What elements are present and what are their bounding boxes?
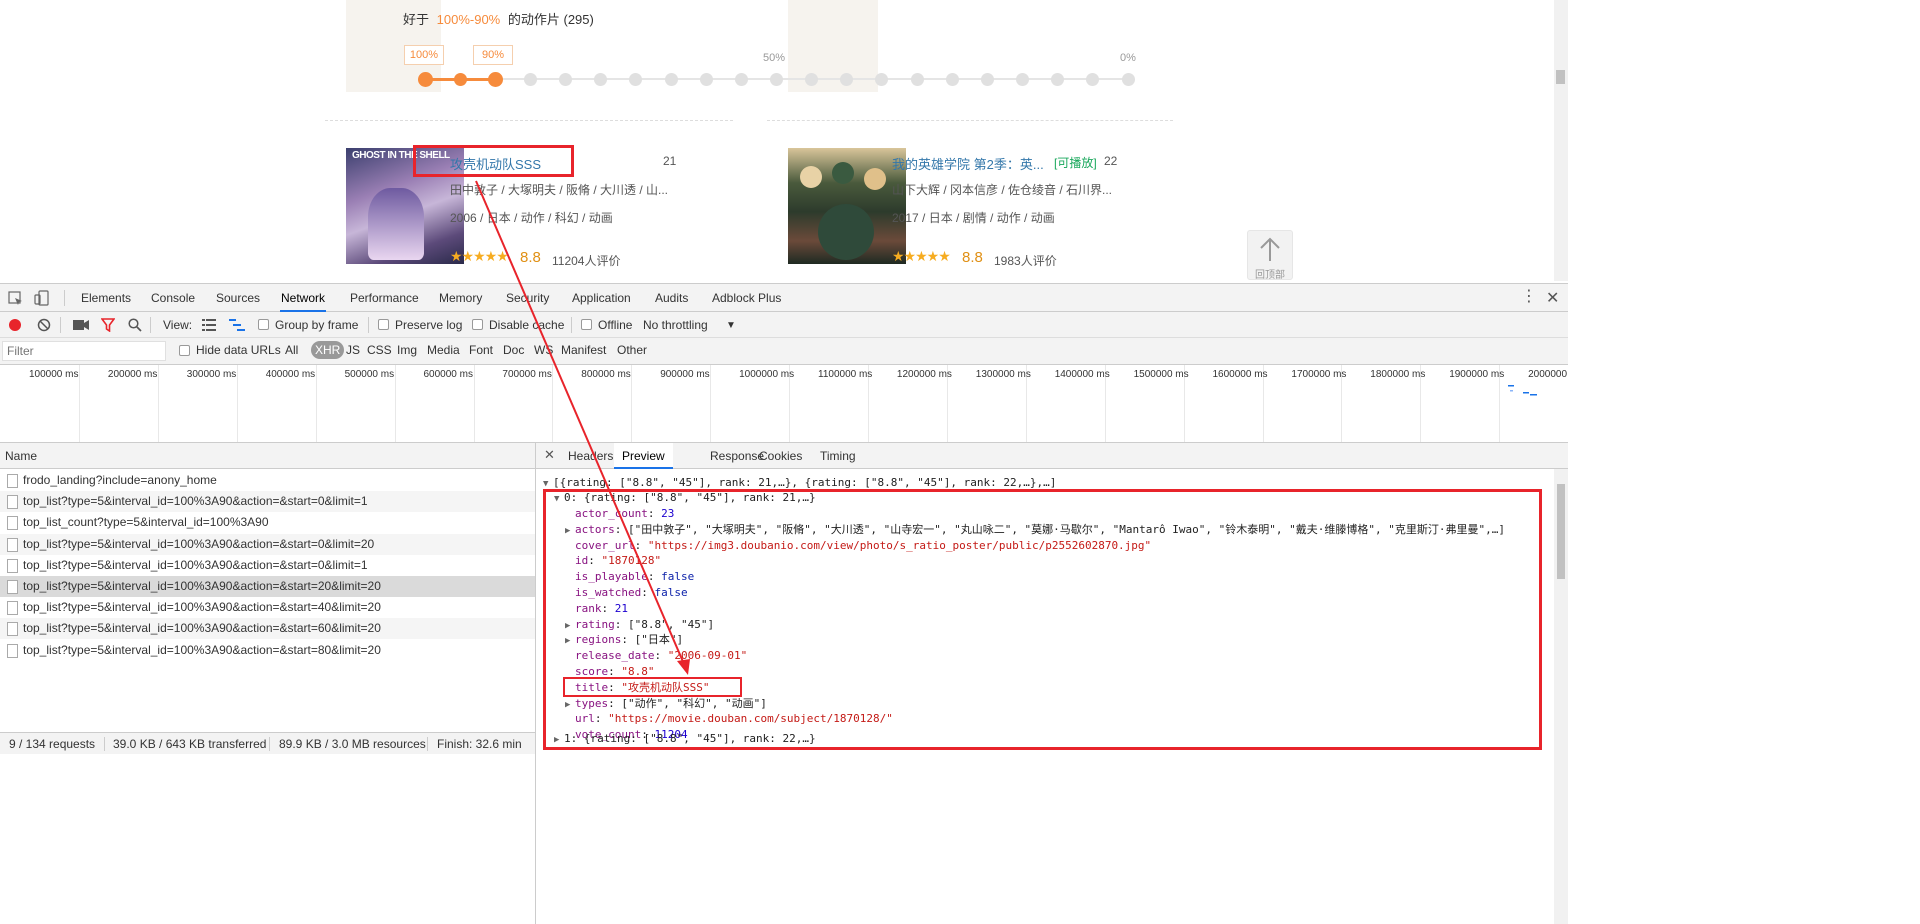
screenshot-root: 好于 100%-90% 的动作片 (295) 100% 90% 50% 0% G…	[0, 0, 1568, 924]
annotation-arrow	[475, 180, 690, 675]
